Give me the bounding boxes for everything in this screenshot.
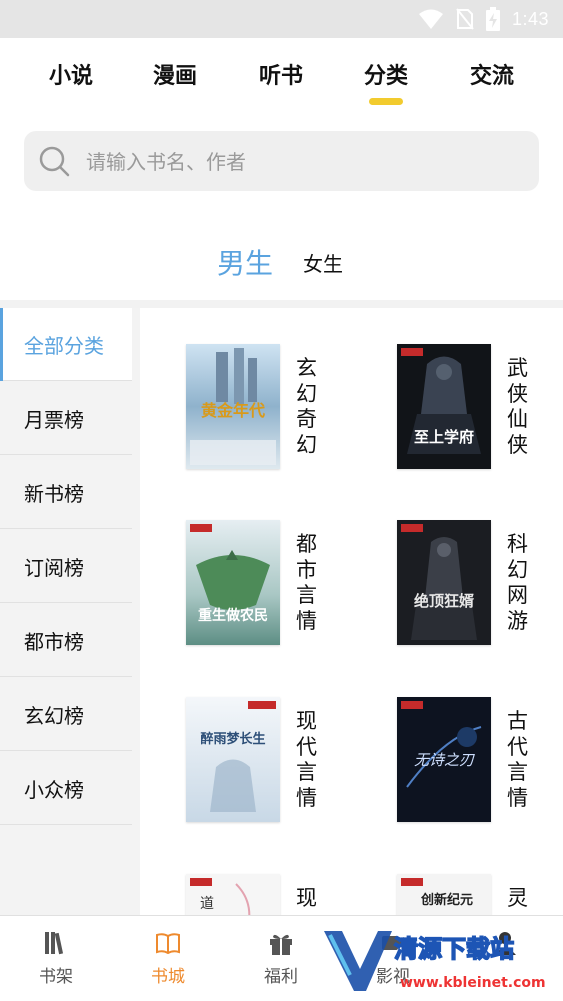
cover-title: 道: [200, 896, 214, 912]
cover-title: 重生做农民: [198, 607, 268, 624]
status-time: 1:43: [511, 8, 549, 29]
sidebar-item-label: 月票榜: [24, 408, 84, 432]
category-label: 现: [296, 886, 317, 910]
top-tabs: 小说 漫画 听书 分类 交流: [0, 58, 563, 108]
sidebar-item-label: 小众榜: [24, 778, 84, 802]
active-tab-indicator: [369, 98, 403, 105]
book-cover: 醉雨梦长生: [186, 697, 280, 822]
nav-bookstore[interactable]: 书城: [118, 916, 218, 1001]
category-card-wuxia[interactable]: 至上学府 武侠仙侠: [397, 344, 563, 474]
category-label: 玄幻奇幻: [296, 356, 317, 457]
sidebar-item-all-categories[interactable]: 全部分类: [0, 308, 132, 381]
sidebar-item-label: 玄幻榜: [24, 704, 84, 728]
search-icon: [39, 146, 70, 177]
book-cover: 黄金年代: [186, 344, 280, 469]
status-bar: 1:43: [0, 0, 563, 38]
battery-charging-icon: [485, 7, 500, 31]
book-cover: 绝顶狂婿: [397, 520, 491, 645]
sidebar-item-subscriptions[interactable]: 订阅榜: [0, 530, 132, 603]
category-label: 现代言情: [296, 709, 317, 810]
category-card-modern-romance[interactable]: 醉雨梦长生 现代言情: [186, 697, 386, 827]
tab-comic[interactable]: 漫画: [153, 58, 197, 90]
sidebar-item-fantasy[interactable]: 玄幻榜: [0, 678, 132, 751]
book-cover: 无诗之刃: [397, 697, 491, 822]
sidebar-item-label: 新书榜: [24, 482, 84, 506]
sidebar-item-niche[interactable]: 小众榜: [0, 752, 132, 825]
cover-title: 绝顶狂婿: [414, 592, 475, 610]
category-card-scifi-gaming[interactable]: 绝顶狂婿 科幻网游: [397, 520, 563, 650]
nav-bookshelf[interactable]: 书架: [6, 916, 106, 1001]
book-cover: 创新纪元: [397, 874, 491, 915]
category-card-urban-romance[interactable]: 重生做农民 都市言情: [186, 520, 386, 650]
gift-icon: [270, 934, 292, 955]
category-card-ancient-romance[interactable]: 无诗之刃 古代言情: [397, 697, 563, 827]
book-cover: 至上学府: [397, 344, 491, 469]
category-label: 古代言情: [507, 709, 528, 810]
category-label: 都市言情: [296, 532, 317, 633]
tab-novel[interactable]: 小说: [49, 58, 93, 90]
category-label: 武侠仙侠: [507, 356, 528, 457]
tab-audiobook[interactable]: 听书: [259, 58, 303, 90]
ranking-sidebar: 全部分类 月票榜 新书榜 订阅榜 都市榜 玄幻榜 小众榜: [0, 308, 140, 915]
cover-title: 无诗之刃: [414, 751, 475, 769]
category-label: 灵: [507, 886, 528, 910]
nav-label: 福利: [264, 967, 298, 987]
sidebar-item-urban[interactable]: 都市榜: [0, 604, 132, 677]
gender-male-tab[interactable]: 男生: [217, 242, 273, 282]
search-input[interactable]: [84, 131, 528, 193]
watermark-logo: 清源下载站 www.kbleinet.com: [324, 931, 546, 991]
section-divider: [0, 300, 563, 308]
sidebar-item-label: 全部分类: [24, 334, 104, 358]
cover-title: 创新纪元: [420, 892, 473, 908]
tab-community[interactable]: 交流: [470, 58, 514, 90]
sidebar-item-label: 订阅榜: [24, 556, 84, 580]
sidebar-item-label: 都市榜: [24, 630, 84, 654]
nav-label: 书城: [151, 967, 185, 987]
nav-label: 书架: [39, 967, 73, 987]
cover-title: 黄金年代: [201, 401, 265, 420]
watermark-url: www.kbleinet.com: [400, 975, 546, 991]
watermark-title: 清源下载站: [394, 935, 514, 963]
bookshelf-icon: [45, 932, 64, 955]
cover-title: 醉雨梦长生: [200, 731, 265, 747]
open-book-icon: [156, 933, 180, 955]
gender-female-tab[interactable]: 女生: [303, 248, 343, 277]
nav-welfare[interactable]: 福利: [231, 916, 331, 1001]
sidebar-item-new-books[interactable]: 新书榜: [0, 456, 132, 529]
category-grid: 黄金年代 玄幻奇幻 至上学府 武侠仙侠 重生做农民 都市言情 绝顶狂婿 科幻网游…: [140, 308, 563, 915]
no-sim-icon: [456, 8, 474, 30]
book-cover: 道: [186, 874, 280, 915]
cover-title: 至上学府: [414, 428, 474, 446]
category-label: 科幻网游: [507, 532, 528, 633]
sidebar-item-monthly-votes[interactable]: 月票榜: [0, 382, 132, 455]
wifi-icon: [418, 9, 443, 29]
status-icons: 1:43: [418, 6, 549, 32]
book-cover: 重生做农民: [186, 520, 280, 645]
category-card-partial-left[interactable]: 道 现: [186, 874, 386, 915]
category-card-fantasy[interactable]: 黄金年代 玄幻奇幻: [186, 344, 386, 474]
category-card-partial-right[interactable]: 创新纪元 灵: [397, 874, 563, 915]
tab-category[interactable]: 分类: [364, 58, 408, 90]
search-bar[interactable]: [24, 131, 539, 193]
